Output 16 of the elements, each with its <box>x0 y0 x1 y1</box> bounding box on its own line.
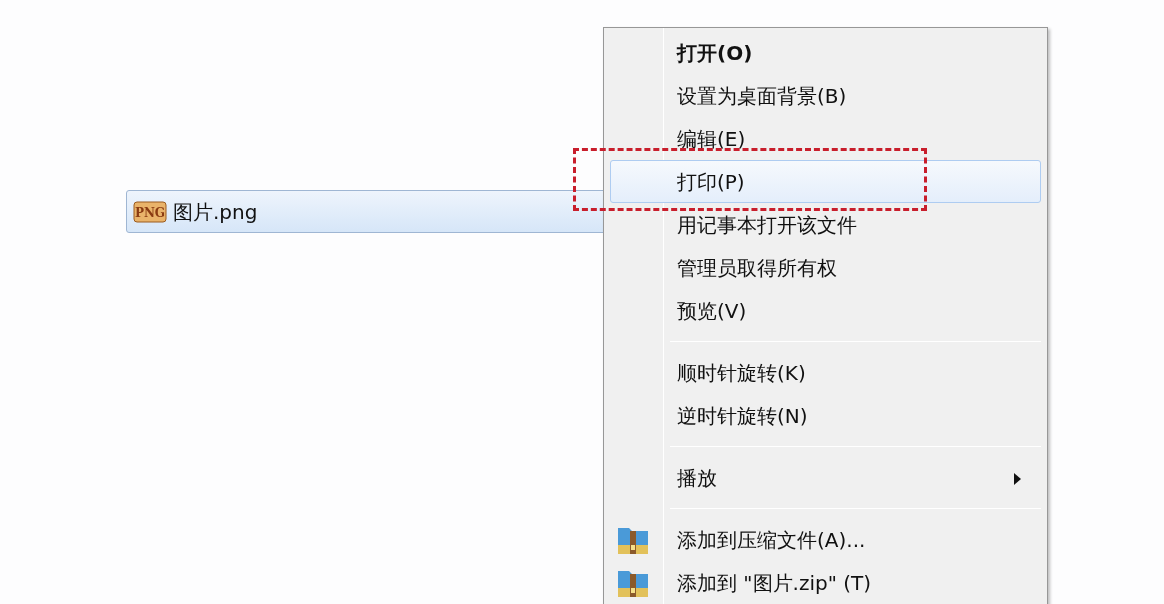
menu-item[interactable]: 播放 <box>610 456 1041 499</box>
menu-item[interactable]: 打印(P) <box>610 160 1041 203</box>
image-file-icon: PNG <box>133 199 167 224</box>
menu-item[interactable]: 管理员取得所有权 <box>610 246 1041 289</box>
file-name: 图片.png <box>173 198 258 226</box>
menu-item[interactable]: 逆时针旋转(N) <box>610 394 1041 437</box>
menu-item[interactable]: 打开(O) <box>610 31 1041 74</box>
submenu-arrow-icon <box>1013 473 1022 485</box>
menu-item[interactable]: 编辑(E) <box>610 117 1041 160</box>
menu-item[interactable]: 预览(V) <box>610 289 1041 332</box>
archive-icon <box>617 525 649 555</box>
menu-item[interactable]: 添加到压缩文件(A)... <box>610 518 1041 561</box>
menu-item[interactable]: 顺时针旋转(K) <box>610 351 1041 394</box>
menu-item[interactable]: 添加到 "图片.zip" (T) <box>610 561 1041 604</box>
menu-item[interactable]: 设置为桌面背景(B) <box>610 74 1041 117</box>
archive-icon <box>617 568 649 598</box>
